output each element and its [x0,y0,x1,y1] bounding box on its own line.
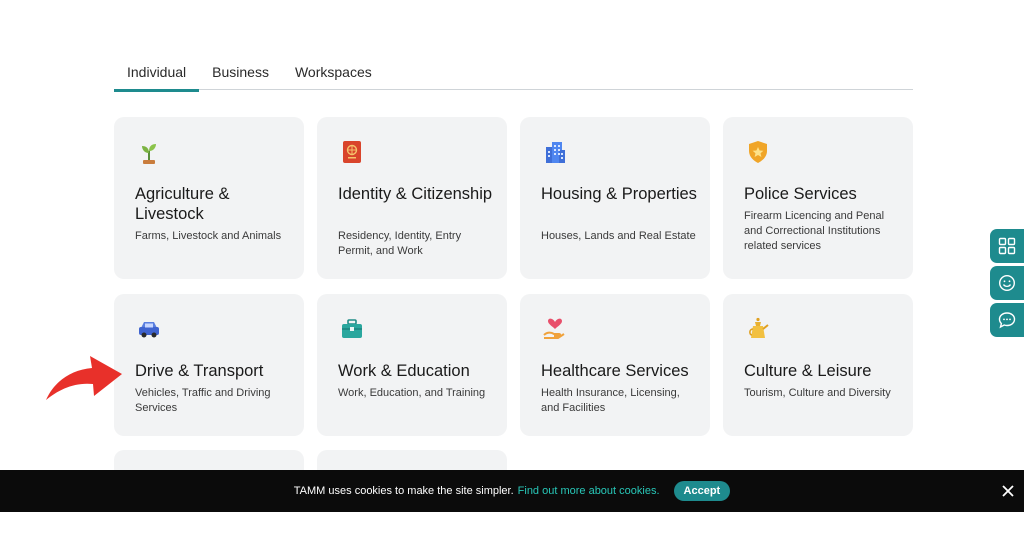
close-icon[interactable] [1000,483,1016,499]
services-grid-button[interactable] [990,229,1024,263]
card-title: Work & Education [338,362,470,380]
card-description: Farms, Livestock and Animals [135,230,282,242]
tab-individual[interactable]: Individual [114,60,200,92]
feedback-button[interactable] [990,266,1024,300]
card-work-education[interactable]: Work & Education Work, Education, and Tr… [317,294,507,436]
chat-icon [998,312,1016,329]
chat-button[interactable] [990,303,1024,337]
card-title: Drive & Transport [135,362,264,380]
card-description: Houses, Lands and Real Estate [541,230,696,242]
card-description: Health Insurance, Licensing, and Facilit… [541,387,680,414]
card-police-services[interactable]: Police Services Firearm Licencing and Pe… [723,117,913,279]
card-title: Identity & Citizenship [338,185,493,203]
tab-business[interactable]: Business [199,60,282,90]
card-housing-properties[interactable]: Housing & Properties Houses, Lands and R… [520,117,710,279]
cookie-info-link[interactable]: Find out more about cookies. [518,485,660,497]
smiley-icon [998,274,1016,292]
card-description: Tourism, Culture and Diversity [744,387,891,399]
grid-icon [998,237,1016,255]
card-description: Firearm Licencing and Penal and Correcti… [744,210,885,252]
card-identity-citizenship[interactable]: Identity & Citizenship Residency, Identi… [317,117,507,279]
sprout-icon [142,144,156,164]
dallah-icon [749,317,769,338]
card-agriculture-livestock[interactable]: Agriculture & Livestock Farms, Livestock… [114,117,304,279]
red-arrow-icon [46,356,122,400]
card-drive-transport[interactable]: Drive & Transport Vehicles, Traffic and … [114,294,304,436]
car-icon [139,322,159,338]
cookie-message: TAMM uses cookies to make the site simpl… [293,485,514,497]
building-icon [546,142,565,163]
card-healthcare-services[interactable]: Healthcare Services Health Insurance, Li… [520,294,710,436]
police-badge-icon [749,141,767,163]
card-title: Housing & Properties [541,185,697,203]
page: Individual Business Workspaces Agricultu… [0,0,1024,558]
card-title: Police Services [744,185,857,203]
category-tabs: Individual Business Workspaces [114,60,913,92]
accept-cookies-button[interactable]: Accept [673,481,731,501]
card-title: Culture & Leisure [744,362,872,380]
card-description: Work, Education, and Training [338,387,486,399]
heart-hand-icon [543,318,565,339]
card-culture-leisure[interactable]: Culture & Leisure Tourism, Culture and D… [723,294,913,436]
card-description: Residency, Identity, Entry Permit, and W… [338,230,462,257]
card-title: Agriculture & Livestock [135,185,230,223]
cookie-banner: TAMM uses cookies to make the site simpl… [0,470,1024,512]
passport-icon [343,141,361,163]
card-title: Healthcare Services [541,362,689,380]
briefcase-icon [342,319,362,338]
tab-workspaces[interactable]: Workspaces [282,60,385,90]
card-description: Vehicles, Traffic and Driving Services [135,387,271,414]
